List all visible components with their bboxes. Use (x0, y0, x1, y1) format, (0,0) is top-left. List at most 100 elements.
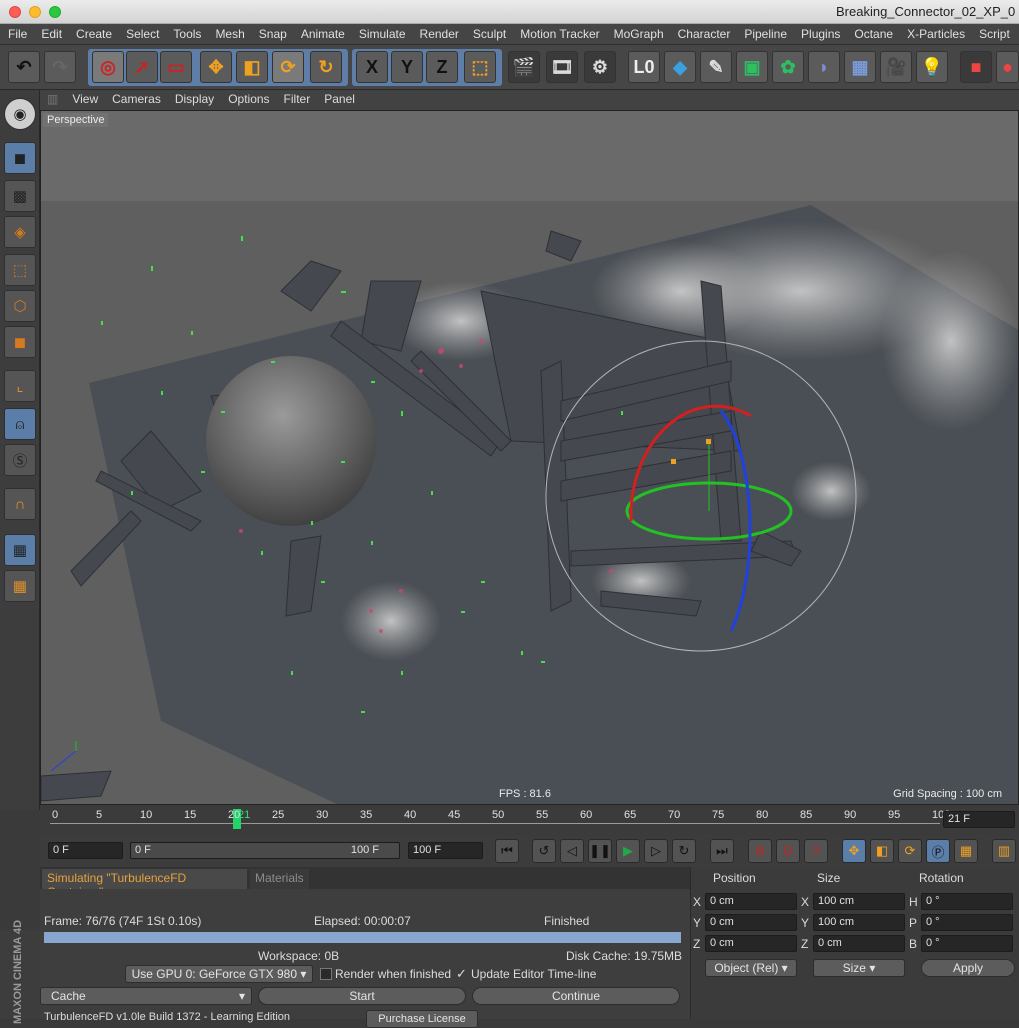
menu-file[interactable]: File (0, 24, 33, 44)
menu-x-particles[interactable]: X-Particles (899, 24, 971, 44)
render-view-icon[interactable]: 🎬 (508, 51, 540, 83)
min-frame-field[interactable]: 0 F (48, 842, 123, 859)
render-when-finished-checkbox[interactable] (320, 968, 332, 980)
menu-plugins[interactable]: Plugins (793, 24, 846, 44)
polygons-mode-icon[interactable]: ◼ (4, 326, 36, 358)
workplane-align-icon[interactable]: ▦ (4, 570, 36, 602)
menu-pipeline[interactable]: Pipeline (736, 24, 793, 44)
tab-materials[interactable]: Materials (250, 869, 309, 889)
pause-icon[interactable]: ❚❚ (588, 839, 612, 863)
menu-script[interactable]: Script (971, 24, 1016, 44)
continue-button[interactable]: Continue (472, 987, 680, 1005)
coord-pos-field[interactable]: 0 cm (705, 893, 797, 910)
coord-rot-field[interactable]: 0 ° (921, 893, 1013, 910)
move-icon[interactable]: ✥ (200, 51, 232, 83)
deformer-icon[interactable]: ◗ (808, 51, 840, 83)
coord-pos-field[interactable]: 0 cm (705, 935, 797, 952)
minimize-window-button[interactable] (29, 6, 41, 18)
points-mode-icon[interactable]: ⬚ (4, 254, 36, 286)
previous-key-icon[interactable]: ↺ (532, 839, 556, 863)
spline-pen-icon[interactable]: ✎ (700, 51, 732, 83)
menu-sculpt[interactable]: Sculpt (465, 24, 512, 44)
max-frame-field[interactable]: 100 F (408, 842, 483, 859)
coord-rot-field[interactable]: 0 ° (921, 935, 1013, 952)
purchase-license-button[interactable]: Purchase License (366, 1010, 478, 1028)
record-icon[interactable]: ● (996, 51, 1019, 83)
coord-pos-field[interactable]: 0 cm (705, 914, 797, 931)
magnet-icon[interactable]: ∩ (4, 488, 36, 520)
viewport-menu-options[interactable]: Options (221, 90, 276, 108)
key-pla-icon[interactable]: ▦ (954, 839, 978, 863)
model-mode-icon[interactable]: ◼ (4, 142, 36, 174)
update-timeline-checkbox[interactable]: ✓ (456, 966, 470, 981)
cache-dropdown[interactable]: Cache ▾ (40, 987, 252, 1005)
live-select-icon[interactable]: ◎ (92, 51, 124, 83)
key-position-icon[interactable]: ✥ (842, 839, 866, 863)
floor-icon[interactable]: ▦ (844, 51, 876, 83)
menu-octane[interactable]: Octane (846, 24, 899, 44)
menu-snap[interactable]: Snap (251, 24, 293, 44)
coord-size-field[interactable]: 100 cm (813, 914, 905, 931)
x-axis-icon[interactable]: X (356, 51, 388, 83)
edit-render-settings-icon[interactable]: ⚙ (584, 51, 616, 83)
workplane-lock-icon[interactable]: ▦ (4, 534, 36, 566)
render-camera-icon[interactable]: ■ (960, 51, 992, 83)
current-frame-field[interactable]: 21 F (943, 811, 1015, 828)
cube-icon[interactable]: ◆ (664, 51, 696, 83)
scale-icon[interactable]: ◧ (236, 51, 268, 83)
key-scale-icon[interactable]: ◧ (870, 839, 894, 863)
frame-range-slider[interactable]: 0 F 100 F (130, 842, 400, 859)
tweak-mode-icon[interactable]: ⍝ (4, 408, 36, 440)
rect-select-icon[interactable]: ▭ (160, 51, 192, 83)
coord-rot-field[interactable]: 0 ° (921, 914, 1013, 931)
key-parameter-icon[interactable]: Ⓟ (926, 839, 950, 863)
coord-size-field[interactable]: 100 cm (813, 893, 905, 910)
subdivision-surface-icon[interactable]: ▣ (736, 51, 768, 83)
perspective-viewport[interactable]: Perspective FPS : 81.6 Grid Spacing : 10… (40, 110, 1019, 805)
select-arrow-icon[interactable]: ➚ (126, 51, 158, 83)
menu-character[interactable]: Character (670, 24, 737, 44)
zoom-window-button[interactable] (49, 6, 61, 18)
render-picture-viewer-icon[interactable]: 🎞 (546, 51, 578, 83)
recent-tools-icon[interactable]: ↻ (310, 51, 342, 83)
snap-icon[interactable]: Ⓢ (4, 444, 36, 476)
viewport-menu-panel[interactable]: Panel (317, 90, 362, 108)
tab-simulating[interactable]: Simulating "TurbulenceFD Container" (42, 869, 247, 899)
menu-render[interactable]: Render (412, 24, 465, 44)
y-axis-icon[interactable]: Y (391, 51, 423, 83)
close-window-button[interactable] (9, 6, 21, 18)
menu-mograph[interactable]: MoGraph (606, 24, 670, 44)
play-forward-icon[interactable]: ▶ (616, 839, 640, 863)
menu-animate[interactable]: Animate (293, 24, 351, 44)
coord-size-field[interactable]: 0 cm (813, 935, 905, 952)
undo-icon[interactable]: ↶ (8, 51, 40, 83)
viewport-menu-filter[interactable]: Filter (277, 90, 318, 108)
cloner-icon[interactable]: ✿ (772, 51, 804, 83)
record-keys-icon[interactable]: ⊘ (748, 839, 772, 863)
menu-select[interactable]: Select (118, 24, 165, 44)
keyframe-selection-icon[interactable]: ? (804, 839, 828, 863)
apply-button[interactable]: Apply (921, 959, 1015, 977)
menu-motion-tracker[interactable]: Motion Tracker (512, 24, 605, 44)
menu-create[interactable]: Create (68, 24, 118, 44)
key-rotation-icon[interactable]: ⟳ (898, 839, 922, 863)
menu-mesh[interactable]: Mesh (207, 24, 250, 44)
redo-icon[interactable]: ↷ (44, 51, 76, 83)
previous-frame-icon[interactable]: ◁ (560, 839, 584, 863)
gpu-select[interactable]: Use GPU 0: GeForce GTX 980 ▾ (125, 965, 313, 983)
viewport-menu-view[interactable]: View (65, 90, 105, 108)
go-to-start-icon[interactable]: ⏮ (495, 839, 519, 863)
texture-mode-icon[interactable]: ▩ (4, 180, 36, 212)
coordinate-system-icon[interactable]: ⬚ (464, 51, 496, 83)
autokeying-icon[interactable]: ⊙ (776, 839, 800, 863)
timeline-window-icon[interactable]: ▥ (992, 839, 1016, 863)
edges-mode-icon[interactable]: ⬡ (4, 290, 36, 322)
next-frame-icon[interactable]: ▷ (644, 839, 668, 863)
menu-tools[interactable]: Tools (165, 24, 207, 44)
menu-simulate[interactable]: Simulate (351, 24, 412, 44)
go-to-end-icon[interactable]: ⏭ (710, 839, 734, 863)
viewport-menu-cameras[interactable]: Cameras (105, 90, 168, 108)
null-object-icon[interactable]: L0 (628, 51, 660, 83)
z-axis-icon[interactable]: Z (426, 51, 458, 83)
start-button[interactable]: Start (258, 987, 466, 1005)
